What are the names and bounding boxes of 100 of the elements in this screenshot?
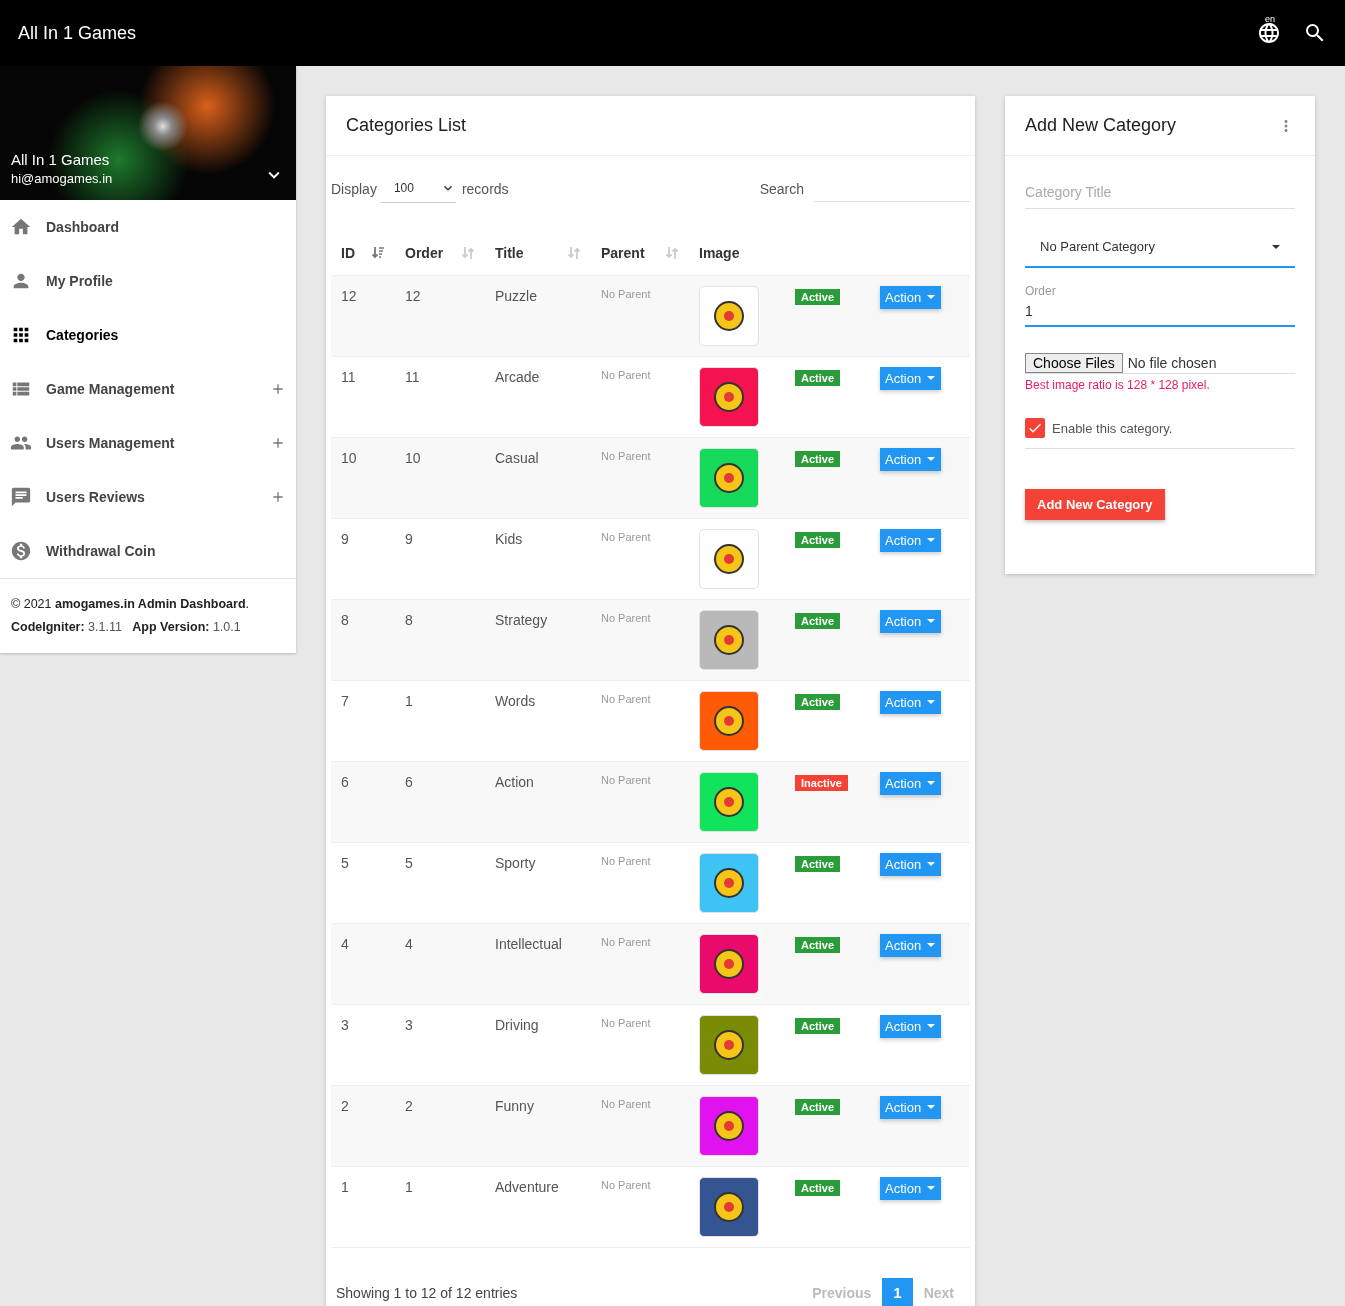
table-cell: No Parent <box>591 518 689 599</box>
caret-icon <box>927 1105 936 1109</box>
app-version-label: App Version: <box>132 620 210 634</box>
choose-files-button[interactable]: Choose Files <box>1025 353 1123 373</box>
table-cell: 5 <box>331 842 395 923</box>
table-cell: Casual <box>485 437 591 518</box>
table-cell: 7 <box>331 680 395 761</box>
status-badge: Active <box>795 1098 841 1115</box>
records-label: records <box>461 180 510 197</box>
sidebar-item[interactable]: Users Management <box>0 416 296 470</box>
table-cell: Puzzle <box>485 275 591 356</box>
table-cell: Words <box>485 680 591 761</box>
caret-icon <box>927 1186 936 1190</box>
add-category-button[interactable]: Add New Category <box>1025 489 1165 520</box>
table-cell: Arcade <box>485 356 591 437</box>
column-header[interactable]: Parent <box>601 244 645 261</box>
caret-icon <box>927 295 936 299</box>
caret-icon <box>927 619 936 623</box>
status-badge: Active <box>795 288 841 305</box>
caret-icon <box>927 700 936 704</box>
sort-icon[interactable] <box>371 245 385 260</box>
file-status: No file chosen <box>1127 355 1217 371</box>
card-title: Add New Category <box>1025 115 1178 136</box>
status-badge: Active <box>795 936 841 953</box>
column-header[interactable]: Order <box>405 244 444 261</box>
framework-version: 3.1.11 <box>88 620 122 634</box>
table-cell: Sporty <box>485 842 591 923</box>
column-header[interactable]: Title <box>495 244 524 261</box>
framework-label: CodeIgniter: <box>11 620 85 634</box>
copyright-text: © 2021 amogames.in Admin Dashboard. <box>11 596 250 613</box>
table-cell: 1 <box>395 680 485 761</box>
caret-icon <box>927 538 936 542</box>
table-cell: No Parent <box>591 761 689 842</box>
sidebar-item[interactable]: Withdrawal Coin <box>0 524 296 578</box>
status-badge: Active <box>795 1017 841 1034</box>
table-cell: Strategy <box>485 599 591 680</box>
table-cell: Adventure <box>485 1166 591 1247</box>
table-cell: 3 <box>331 1004 395 1085</box>
sidebar-item[interactable]: Game Management <box>0 362 296 416</box>
table-cell: 9 <box>331 518 395 599</box>
caret-icon <box>927 781 936 785</box>
menu-icon <box>10 540 32 562</box>
caret-icon <box>1272 244 1280 249</box>
parent-select[interactable]: No Parent Category <box>1025 227 1295 268</box>
page-size-select[interactable]: 100 <box>380 174 456 203</box>
checkbox[interactable] <box>1025 418 1045 438</box>
sidebar-item[interactable]: My Profile <box>0 254 296 308</box>
table-cell: No Parent <box>591 275 689 356</box>
table-cell: Kids <box>485 518 591 599</box>
table-cell: 6 <box>395 761 485 842</box>
plus-icon[interactable] <box>270 381 286 397</box>
entries-summary: Showing 1 to 12 of 12 entries <box>336 1284 519 1301</box>
table-cell: No Parent <box>591 599 689 680</box>
status-badge: Active <box>795 855 841 872</box>
table-cell: 1 <box>395 1166 485 1247</box>
table-cell: 11 <box>331 356 395 437</box>
table-cell: No Parent <box>591 1004 689 1085</box>
table-cell: 1 <box>331 1166 395 1247</box>
table-cell: 2 <box>331 1085 395 1166</box>
status-badge: Inactive <box>795 774 848 791</box>
sidebar-item[interactable]: Categories <box>0 308 296 362</box>
status-badge: Active <box>795 450 841 467</box>
caret-icon <box>927 376 936 380</box>
table-cell: 12 <box>331 275 395 356</box>
table-cell: 8 <box>395 599 485 680</box>
card-title: Categories List <box>346 115 468 136</box>
table-cell: 8 <box>331 599 395 680</box>
sidebar-item[interactable]: Dashboard <box>0 200 296 254</box>
menu-icon <box>10 486 32 508</box>
table-cell: 6 <box>331 761 395 842</box>
profile-name: All In 1 Games <box>11 151 111 168</box>
table-cell: 4 <box>331 923 395 1004</box>
table-cell: 9 <box>395 518 485 599</box>
sidebar-item[interactable]: Users Reviews <box>0 470 296 524</box>
status-badge: Active <box>795 693 841 710</box>
table-cell: 12 <box>395 275 485 356</box>
table-cell: 10 <box>331 437 395 518</box>
app-title: All In 1 Games <box>18 22 138 44</box>
table-cell: No Parent <box>591 1085 689 1166</box>
image-hint: Best image ratio is 128 * 128 pixel. <box>1025 378 1211 392</box>
table-cell: 5 <box>395 842 485 923</box>
column-header[interactable]: Image <box>699 244 740 261</box>
order-field[interactable]: Order 1 <box>1025 284 1295 327</box>
table-cell: Driving <box>485 1004 591 1085</box>
table-cell: Funny <box>485 1085 591 1166</box>
table-cell: Intellectual <box>485 923 591 1004</box>
table-cell: No Parent <box>591 437 689 518</box>
checkbox-label: Enable this category. <box>1052 420 1173 436</box>
plus-icon[interactable] <box>270 435 286 451</box>
status-badge: Active <box>795 531 841 548</box>
table-cell: 3 <box>395 1004 485 1085</box>
status-badge: Active <box>795 369 841 386</box>
table-cell: Action <box>485 761 591 842</box>
table-cell: 11 <box>395 356 485 437</box>
table-cell: 10 <box>395 437 485 518</box>
table-cell: 2 <box>395 1085 485 1166</box>
plus-icon[interactable] <box>270 489 286 505</box>
caret-icon <box>927 1024 936 1028</box>
table-cell: No Parent <box>591 842 689 923</box>
column-header[interactable]: ID <box>341 244 355 261</box>
